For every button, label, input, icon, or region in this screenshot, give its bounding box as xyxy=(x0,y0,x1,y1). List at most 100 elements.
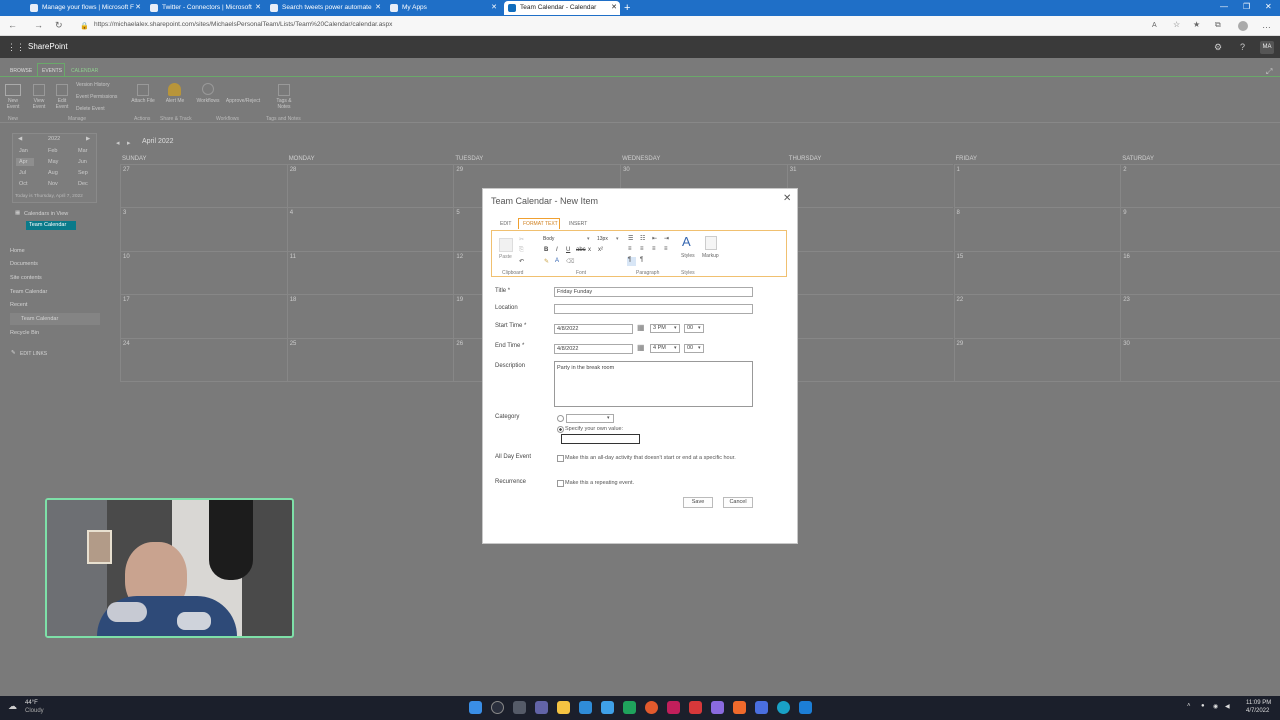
month-cell[interactable]: Dec xyxy=(78,181,88,187)
mic-tray-icon[interactable]: ● xyxy=(1201,703,1205,709)
month-cell[interactable]: Jun xyxy=(78,159,87,165)
outlook-icon[interactable] xyxy=(799,701,812,714)
ribbon-tab-calendar[interactable]: CALENDAR xyxy=(71,68,98,74)
tags-notes-button[interactable]: Tags & Notes xyxy=(270,98,298,110)
profile-icon[interactable] xyxy=(1238,21,1248,31)
description-textarea[interactable]: Party in the break room xyxy=(554,361,753,407)
align-left-icon[interactable]: ≡ xyxy=(628,246,632,252)
close-tab-icon[interactable]: ✕ xyxy=(255,1,261,15)
month-cell[interactable]: Nov xyxy=(48,181,58,187)
nav-link-team-calendar[interactable]: Team Calendar xyxy=(10,289,47,295)
strikethrough-icon[interactable]: abc xyxy=(576,247,586,253)
styles-button[interactable]: Styles xyxy=(681,253,695,259)
font-name-select[interactable]: Body xyxy=(543,236,593,244)
team-calendar-badge[interactable]: Team Calendar xyxy=(26,221,76,230)
app-icon[interactable] xyxy=(623,701,636,714)
browser-tab-active[interactable]: Team Calendar - Calendar ✕ xyxy=(504,1,620,15)
favorites-bar-icon[interactable]: ★ xyxy=(1193,20,1200,29)
url-field[interactable]: https://michaelalex.sharepoint.com/sites… xyxy=(94,21,392,28)
clock-time[interactable]: 11:09 PM xyxy=(1246,700,1271,706)
close-window-icon[interactable]: ✕ xyxy=(1265,2,1272,11)
month-cell[interactable]: Jul xyxy=(19,170,26,176)
store-icon[interactable] xyxy=(601,701,614,714)
favorite-icon[interactable]: ☆ xyxy=(1173,20,1180,29)
month-cell[interactable]: Aug xyxy=(48,170,58,176)
browser-tab[interactable]: Twitter - Connectors | Microsoft ✕ xyxy=(146,1,264,15)
month-cell[interactable]: Feb xyxy=(48,148,57,154)
month-cell[interactable]: Sep xyxy=(78,170,88,176)
title-field[interactable]: Friday Funday xyxy=(554,287,753,297)
delete-event-button[interactable]: Delete Event xyxy=(76,106,105,112)
nav-link-site-contents[interactable]: Site contents xyxy=(10,275,42,281)
markup-button[interactable]: Markup xyxy=(702,253,719,259)
prev-month-icon[interactable]: ◂ xyxy=(116,139,120,147)
forward-icon[interactable]: → xyxy=(34,20,43,30)
next-month-icon[interactable]: ▸ xyxy=(127,139,131,147)
category-own-value-radio[interactable] xyxy=(557,426,564,433)
cancel-button[interactable]: Cancel xyxy=(723,497,753,508)
app-icon[interactable] xyxy=(689,701,702,714)
align-center-icon[interactable]: ≡ xyxy=(640,246,644,252)
bold-icon[interactable]: B xyxy=(544,247,548,253)
attach-file-button[interactable]: Attach File xyxy=(131,98,155,104)
nav-link-recycle-bin[interactable]: Recycle Bin xyxy=(10,330,39,336)
ribbon-tab-browse[interactable]: BROWSE xyxy=(10,68,32,74)
search-icon[interactable] xyxy=(491,701,504,714)
next-year-icon[interactable]: ▶ xyxy=(86,136,90,142)
category-own-value-input[interactable] xyxy=(561,434,640,444)
month-cell[interactable]: Oct xyxy=(19,181,28,187)
nav-link-recent[interactable]: Recent xyxy=(10,302,27,308)
month-cell[interactable]: May xyxy=(48,159,58,165)
recurrence-checkbox[interactable] xyxy=(557,480,564,487)
end-date-field[interactable]: 4/8/2022 xyxy=(554,344,633,354)
indent-icon[interactable]: ⇥ xyxy=(664,235,669,242)
event-permissions-button[interactable]: Event Permissions xyxy=(76,94,117,100)
edit-links-button[interactable]: EDIT LINKS xyxy=(20,351,47,357)
start-minute-select[interactable]: 00 xyxy=(684,324,704,333)
app-icon[interactable] xyxy=(755,701,768,714)
new-event-button[interactable]: New Event xyxy=(2,98,24,110)
underline-icon[interactable]: U xyxy=(566,247,570,253)
alert-me-button[interactable]: Alert Me xyxy=(163,98,187,104)
nav-link-home[interactable]: Home xyxy=(10,248,25,254)
category-choice-radio[interactable] xyxy=(557,415,564,422)
refresh-icon[interactable]: ↻ xyxy=(55,20,63,31)
close-tab-icon[interactable]: ✕ xyxy=(491,1,497,15)
font-color-icon[interactable]: A xyxy=(555,258,559,264)
tray-overflow-icon[interactable]: ˄ xyxy=(1187,703,1191,709)
highlight-icon[interactable]: ✎ xyxy=(544,258,549,265)
app-icon[interactable] xyxy=(711,701,724,714)
more-icon[interactable]: … xyxy=(1262,20,1271,30)
app-launcher-icon[interactable]: ⋮⋮ xyxy=(7,42,25,53)
justify-icon[interactable]: ≡ xyxy=(664,246,668,252)
browser-tab[interactable]: My Apps ✕ xyxy=(386,1,500,15)
browser-tab[interactable]: Manage your flows | Microsoft F ✕ xyxy=(26,1,144,15)
avatar[interactable]: MA xyxy=(1260,41,1274,54)
version-history-button[interactable]: Version History xyxy=(76,82,110,88)
calendar-picker-icon[interactable]: ▦ xyxy=(637,343,645,352)
month-cell[interactable]: Mar xyxy=(78,148,87,154)
close-tab-icon[interactable]: ✕ xyxy=(375,1,381,15)
copy-icon[interactable]: ⎘ xyxy=(519,247,524,254)
nav-link-documents[interactable]: Documents xyxy=(10,261,38,267)
task-view-icon[interactable] xyxy=(513,701,526,714)
back-icon[interactable]: ← xyxy=(8,20,17,30)
align-right-icon[interactable]: ≡ xyxy=(652,246,656,252)
rtl-icon[interactable]: ¶ xyxy=(640,257,643,263)
dialog-tab-insert[interactable]: INSERT xyxy=(569,221,587,227)
ribbon-tab-events[interactable]: EVENTS xyxy=(42,68,62,74)
end-minute-select[interactable]: 00 xyxy=(684,344,704,353)
location-field[interactable] xyxy=(554,304,753,314)
outdent-icon[interactable]: ⇤ xyxy=(652,235,657,242)
collections-icon[interactable]: ⧉ xyxy=(1215,20,1221,30)
dialog-tab-format-text[interactable]: FORMAT TEXT xyxy=(523,221,558,227)
start-date-field[interactable]: 4/8/2022 xyxy=(554,324,633,334)
numbering-icon[interactable]: ☷ xyxy=(640,235,645,242)
network-icon[interactable]: ◉ xyxy=(1213,703,1218,710)
styles-icon[interactable]: A xyxy=(682,234,691,249)
new-tab-button[interactable]: + xyxy=(624,2,630,14)
prev-year-icon[interactable]: ◀ xyxy=(18,136,22,142)
close-tab-icon[interactable]: ✕ xyxy=(611,1,617,15)
clear-format-icon[interactable]: ⌫ xyxy=(566,258,574,265)
edit-event-button[interactable]: Edit Event xyxy=(51,98,73,110)
